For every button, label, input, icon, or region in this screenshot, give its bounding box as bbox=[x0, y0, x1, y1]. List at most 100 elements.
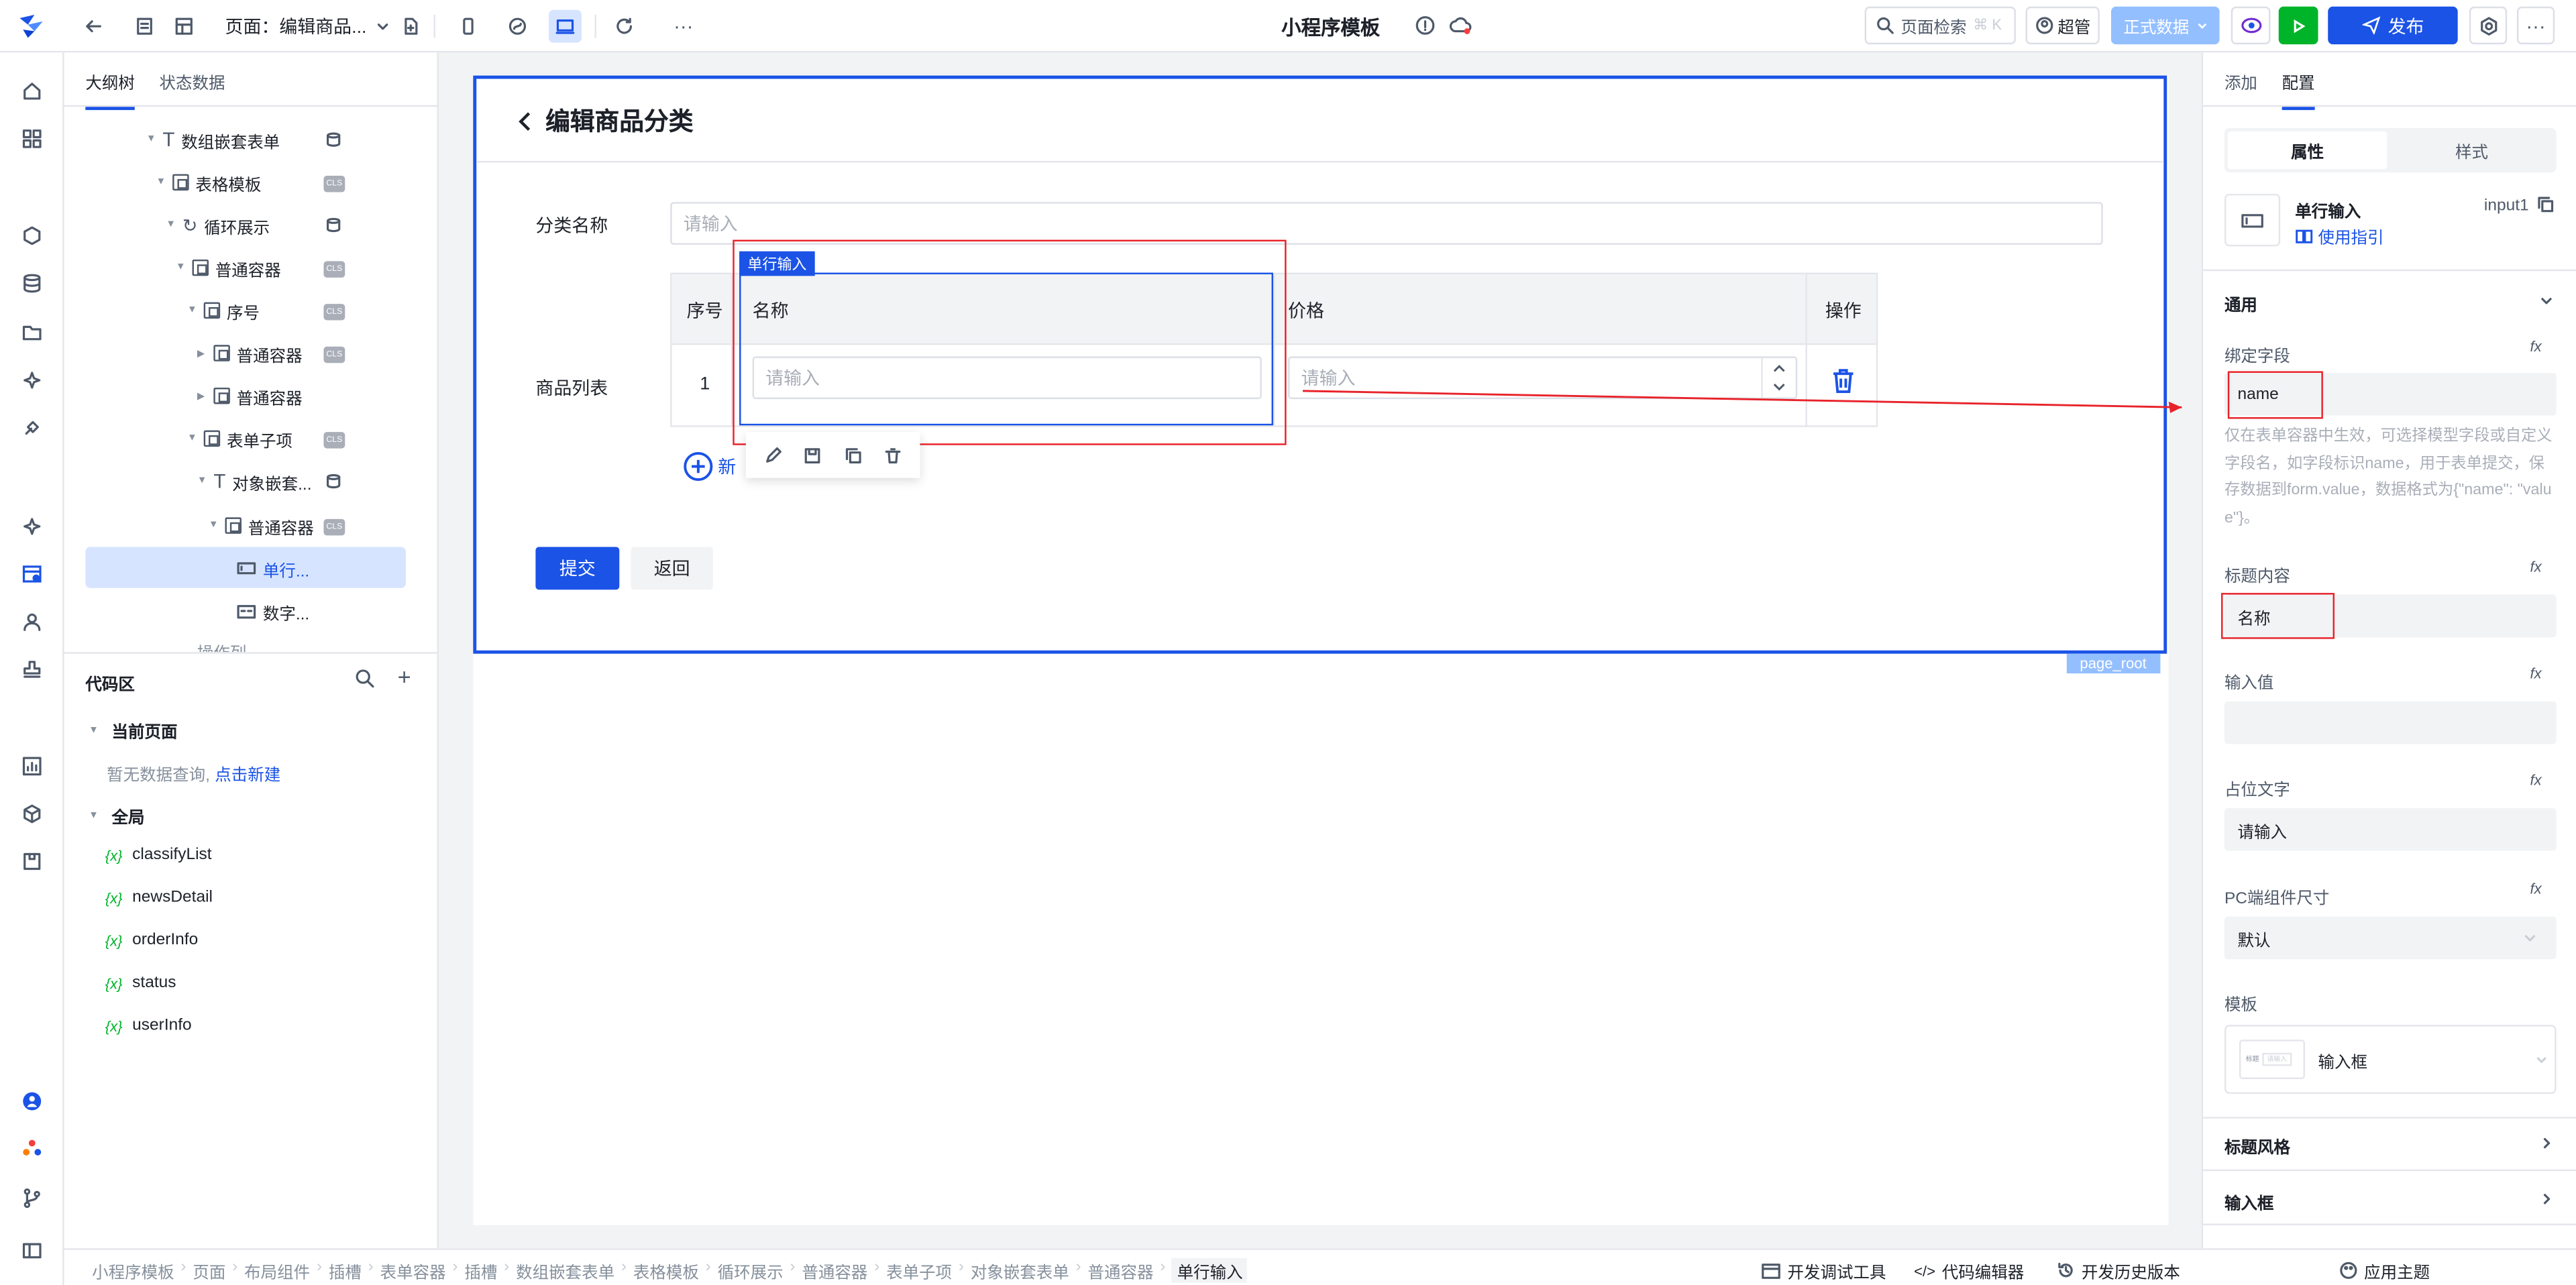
apps-icon[interactable] bbox=[16, 123, 48, 155]
breadcrumb-item[interactable]: 普通容器 bbox=[1088, 1258, 1154, 1283]
global-var-item[interactable]: {x} orderInfo bbox=[105, 932, 198, 950]
user-menu[interactable]: 超管 bbox=[2025, 6, 2100, 45]
tree-node[interactable]: ▼ T 数组嵌套表单 bbox=[146, 123, 280, 156]
settings-button[interactable] bbox=[2469, 6, 2508, 45]
users-icon[interactable] bbox=[16, 606, 48, 638]
branch-icon[interactable] bbox=[16, 1182, 48, 1214]
template-select[interactable]: 标题 请输入 输入框 bbox=[2224, 1025, 2557, 1095]
breadcrumb-item[interactable]: 表单子项 bbox=[886, 1258, 952, 1283]
fx-icon[interactable]: fx bbox=[2530, 338, 2541, 354]
fx-icon[interactable]: fx bbox=[2530, 772, 2541, 788]
miniprogram-view-icon[interactable] bbox=[501, 10, 534, 43]
fx-icon[interactable]: fx bbox=[2530, 881, 2541, 897]
tab-config[interactable]: 配置 bbox=[2282, 69, 2315, 111]
run-button[interactable] bbox=[2278, 6, 2318, 45]
delete-icon[interactable] bbox=[884, 446, 902, 464]
global-var-item[interactable]: {x} classifyList bbox=[105, 846, 212, 864]
tab-outline-tree[interactable]: 大纲树 bbox=[85, 69, 135, 111]
placeholder-input[interactable]: 请输入 bbox=[2224, 807, 2557, 851]
global-group[interactable]: ▼ 全局 bbox=[89, 803, 144, 828]
chart-icon[interactable] bbox=[16, 750, 48, 782]
layout-icon[interactable] bbox=[168, 10, 201, 43]
new-page-icon[interactable] bbox=[394, 10, 427, 43]
chevron-left-icon[interactable] bbox=[516, 109, 535, 132]
tree-node[interactable]: ▼ ↻ 循环展示 bbox=[166, 209, 270, 241]
pc-size-select[interactable]: 默认 bbox=[2224, 916, 2557, 960]
database-icon[interactable] bbox=[16, 268, 48, 299]
folder-search-icon[interactable] bbox=[16, 317, 48, 349]
seg-style[interactable]: 样式 bbox=[2390, 131, 2553, 169]
chevron-down-icon[interactable] bbox=[2540, 294, 2553, 307]
breadcrumb-item[interactable]: 普通容器 bbox=[802, 1258, 867, 1283]
account-icon[interactable] bbox=[16, 1086, 48, 1117]
more-options-icon[interactable]: ··· bbox=[667, 10, 700, 43]
fx-icon[interactable]: fx bbox=[2530, 665, 2541, 681]
breadcrumb-item[interactable]: 循环展示 bbox=[718, 1258, 784, 1283]
section-general[interactable]: 通用 bbox=[2224, 290, 2257, 315]
breadcrumb-item[interactable]: 对象嵌套表单 bbox=[971, 1258, 1069, 1283]
breadcrumb-item[interactable]: 数组嵌套表单 bbox=[516, 1258, 614, 1283]
breadcrumb-item[interactable]: 插槽 bbox=[329, 1258, 362, 1283]
page-root-tag[interactable]: page_root bbox=[2066, 653, 2160, 674]
back-button[interactable]: 返回 bbox=[631, 547, 713, 590]
cloud-sync-icon[interactable] bbox=[1449, 15, 1472, 36]
tree-node[interactable]: ▶ 普通容器 bbox=[197, 380, 303, 412]
ai-icon[interactable] bbox=[16, 511, 48, 543]
section-input[interactable]: 输入框 bbox=[2224, 1189, 2273, 1214]
page-selector[interactable]: 页面：编辑商品... bbox=[225, 13, 390, 40]
seg-attributes[interactable]: 属性 bbox=[2227, 131, 2387, 170]
breadcrumb-item[interactable]: 表单容器 bbox=[380, 1258, 446, 1283]
tree-node[interactable]: ▼ 序号 bbox=[187, 294, 260, 327]
tree-node[interactable]: ▼ 表单子项 bbox=[187, 422, 292, 455]
breadcrumb-item[interactable]: 小程序模板 bbox=[92, 1258, 174, 1283]
fx-icon[interactable]: fx bbox=[2530, 559, 2541, 575]
add-row-button[interactable]: 新 bbox=[684, 451, 736, 482]
tree-node[interactable]: ▶ 普通容器 bbox=[197, 337, 303, 370]
tab-add[interactable]: 添加 bbox=[2224, 69, 2257, 110]
tree-node[interactable]: 数字... bbox=[237, 595, 309, 628]
pencil-icon[interactable] bbox=[763, 446, 782, 464]
tree-node-selected[interactable]: 单行... bbox=[237, 552, 309, 585]
breadcrumb-item[interactable]: 布局组件 bbox=[244, 1258, 310, 1283]
current-page-group[interactable]: ▼ 当前页面 bbox=[89, 718, 177, 742]
home-icon[interactable] bbox=[16, 76, 48, 107]
collapse-panel-icon[interactable] bbox=[16, 1235, 48, 1267]
design-canvas[interactable]: page_root 编辑商品分类 分类名称 请输入 商品列表 序号 名称 价格 … bbox=[473, 75, 2169, 1225]
refresh-icon[interactable] bbox=[608, 10, 641, 43]
cube-icon[interactable] bbox=[16, 798, 48, 830]
page-list-icon[interactable] bbox=[128, 9, 162, 43]
app-logo[interactable] bbox=[15, 13, 48, 40]
tree-node-clipped[interactable]: 操作列 bbox=[197, 639, 246, 652]
add-icon[interactable]: + bbox=[398, 663, 411, 689]
input-value-input[interactable] bbox=[2224, 701, 2557, 744]
global-var-item[interactable]: {x} newsDetail bbox=[105, 889, 213, 907]
breadcrumb-item[interactable]: 页面 bbox=[193, 1258, 225, 1283]
tab-state-data[interactable]: 状态数据 bbox=[160, 69, 225, 110]
search-icon[interactable] bbox=[355, 669, 374, 688]
breadcrumb-item[interactable]: 单行输入 bbox=[1172, 1258, 1248, 1283]
mobile-view-icon[interactable] bbox=[451, 10, 484, 43]
app-theme-button[interactable]: 应用主题 bbox=[2339, 1258, 2430, 1283]
tree-node[interactable]: ▼ 表格模板 bbox=[156, 166, 261, 199]
page-editor-icon[interactable] bbox=[16, 559, 48, 590]
back-arrow-icon[interactable] bbox=[77, 10, 110, 43]
code-editor-button[interactable]: </> 代码编辑器 bbox=[1914, 1258, 2024, 1283]
usage-guide-link[interactable]: 使用指引 bbox=[2295, 223, 2383, 248]
history-button[interactable]: 开发历史版本 bbox=[2057, 1258, 2180, 1283]
category-name-input[interactable]: 请输入 bbox=[670, 202, 2103, 245]
create-query-link[interactable]: 点击新建 bbox=[215, 767, 280, 785]
info-icon[interactable] bbox=[1415, 15, 1436, 36]
global-var-item[interactable]: {x} status bbox=[105, 974, 176, 992]
package-icon[interactable] bbox=[16, 846, 48, 877]
page-search-input[interactable]: 页面检索 ⌘ K bbox=[1864, 6, 2016, 45]
plugin-icon[interactable] bbox=[16, 412, 48, 444]
preview-button[interactable] bbox=[2231, 6, 2271, 45]
breadcrumb-item[interactable]: 插槽 bbox=[464, 1258, 497, 1283]
submit-button[interactable]: 提交 bbox=[535, 547, 620, 590]
stamp-icon[interactable] bbox=[16, 654, 48, 685]
tree-node[interactable]: ▼ 普通容器 bbox=[209, 509, 314, 542]
environment-select[interactable]: 正式数据 bbox=[2110, 6, 2220, 45]
more-button[interactable]: ··· bbox=[2516, 6, 2555, 45]
copy-icon[interactable] bbox=[844, 446, 862, 464]
global-var-item[interactable]: {x} userInfo bbox=[105, 1017, 192, 1035]
